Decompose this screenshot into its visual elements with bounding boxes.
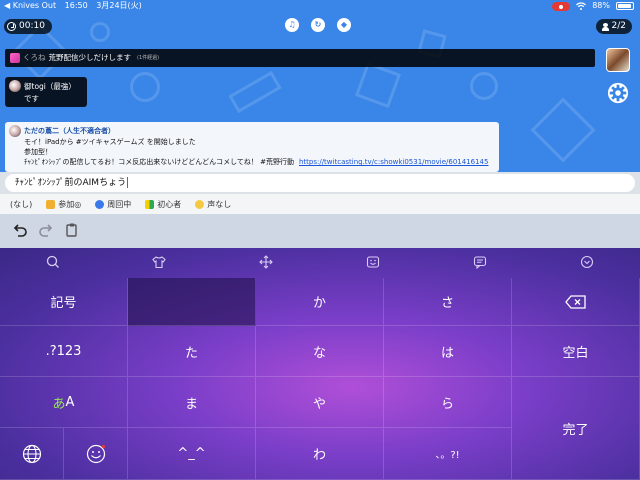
comment-input-bar: ﾁｬﾝﾋﾟｵﾝｼｯﾌﾟ前のAIMちょう	[0, 172, 640, 194]
status-date: 3月24日(火)	[96, 1, 142, 10]
tag-join[interactable]: 参加◎	[46, 199, 81, 210]
viewer-count: 2/2	[595, 19, 632, 34]
smiley-icon	[86, 444, 105, 463]
key-mode-hiragana: あ	[52, 396, 66, 412]
announcement-user: くろね	[23, 53, 46, 62]
comment-input-value: ﾁｬﾝﾋﾟｵﾝｼｯﾌﾟ前のAIMちょう	[15, 178, 127, 188]
status-tags-row: (なし) 参加◎ 周回中 初心者 声なし	[0, 194, 640, 214]
done-button[interactable]: 完了	[512, 377, 640, 480]
stream-top-controls: ♫ ↻ ◆	[285, 18, 351, 32]
stream-timer: 00:10	[4, 19, 52, 34]
key-ra[interactable]: ら	[384, 377, 512, 428]
key-ha[interactable]: は	[384, 326, 512, 377]
clock-icon	[7, 22, 16, 31]
comment-line: ﾁｬﾝﾋﾟｵﾝｼｯﾌﾟの配信してるお！コメ反応出来ないけどどんどんコメしてね！ …	[24, 158, 294, 166]
comment-link[interactable]: https://twitcasting.tv/c:showki0531/movi…	[299, 158, 488, 166]
status-time: 16:50	[64, 1, 88, 10]
delete-button[interactable]	[512, 278, 640, 326]
paste-icon[interactable]	[64, 222, 80, 238]
comment-author: ただの蔦二（人生不適合者）	[24, 127, 115, 135]
globe-icon	[22, 444, 41, 463]
message-icon[interactable]	[473, 255, 487, 269]
key-kigou[interactable]: 記号	[0, 278, 128, 326]
comment-line: 参加型！	[24, 148, 52, 156]
key-sa[interactable]: さ	[384, 278, 512, 326]
broadcaster-avatar[interactable]	[606, 48, 630, 72]
announcement-suffix: (1件経過)	[137, 55, 160, 61]
cycle-icon	[95, 199, 105, 209]
wifi-icon	[576, 2, 587, 10]
comment-line: モイ！iPadから #ツイキャスゲームズ を開始しました	[24, 138, 196, 146]
drop-icon[interactable]: ◆	[337, 18, 351, 32]
key-numbers[interactable]: .?123	[0, 326, 128, 377]
person-icon	[601, 22, 609, 31]
comment-author: 御togi（最強）	[24, 81, 76, 91]
tag-beginner[interactable]: 初心者	[145, 199, 181, 210]
comment-item[interactable]: ただの蔦二（人生不適合者） モイ！iPadから #ツイキャスゲームズ を開始しま…	[5, 122, 499, 172]
key-kaomoji[interactable]: ^_^	[128, 428, 256, 480]
screen-recording-icon	[552, 2, 571, 11]
face-icon	[195, 199, 205, 209]
gear-icon[interactable]	[607, 82, 629, 104]
search-icon[interactable]	[46, 255, 60, 269]
handshake-icon	[46, 199, 56, 209]
key-wa[interactable]: わ	[256, 428, 384, 480]
key-input-mode[interactable]: あA	[0, 377, 128, 428]
announcement-bar: くろね 荒野配信少しだけします (1件経過)	[5, 49, 595, 67]
key-ya[interactable]: や	[256, 377, 384, 428]
stream-view: 00:10 ♫ ↻ ◆ 2/2 くろね 荒野配信少しだけします (1件経過) 御…	[0, 12, 640, 172]
redo-icon[interactable]	[38, 222, 54, 238]
battery-icon	[616, 2, 634, 10]
back-to-app-link[interactable]: ◀ Knives Out	[4, 1, 56, 10]
shirt-icon[interactable]	[152, 255, 166, 269]
globe-button[interactable]	[0, 428, 64, 480]
emoji-face-icon[interactable]	[366, 255, 380, 269]
keyboard-icon-row	[0, 248, 640, 278]
beginner-mark-icon	[145, 199, 155, 209]
space-button[interactable]: 空白	[512, 326, 640, 377]
tag-looping[interactable]: 周回中	[95, 199, 131, 210]
backspace-icon	[564, 294, 586, 309]
key-ma[interactable]: ま	[128, 377, 256, 428]
avatar	[10, 53, 20, 63]
key-mode-alpha: A	[65, 394, 75, 410]
comment-input[interactable]: ﾁｬﾝﾋﾟｵﾝｼｯﾌﾟ前のAIMちょう	[5, 174, 635, 192]
battery-percent: 88%	[592, 1, 610, 10]
headset-icon[interactable]: ♫	[285, 18, 299, 32]
keyboard-shortcut-bar	[0, 214, 640, 248]
key-ta[interactable]: た	[128, 326, 256, 377]
japanese-keyboard: 記号 か さ .?123 た な は 空白 あA ま や ら 完了 ^_^ わ …	[0, 248, 640, 480]
stream-timer-value: 00:10	[19, 21, 45, 31]
comment-item[interactable]: 御togi（最強） です	[5, 77, 87, 107]
avatar	[9, 80, 21, 92]
avatar	[9, 125, 21, 137]
emoji-button[interactable]	[64, 428, 128, 480]
text-caret	[127, 177, 129, 188]
viewer-count-value: 2/2	[611, 21, 626, 31]
tag-silent[interactable]: 声なし	[195, 199, 231, 210]
comment-body: です	[24, 94, 39, 103]
undo-icon[interactable]	[12, 222, 28, 238]
chevron-down-icon[interactable]	[580, 255, 594, 269]
key-a-row[interactable]	[128, 278, 256, 326]
status-bar: ◀ Knives Out 16:50 3月24日(火) 88%	[0, 0, 640, 12]
refresh-icon[interactable]: ↻	[311, 18, 325, 32]
key-ka[interactable]: か	[256, 278, 384, 326]
cursor-move-icon[interactable]	[259, 255, 273, 269]
announcement-message: 荒野配信少しだけします	[48, 53, 132, 62]
tag-none[interactable]: (なし)	[10, 199, 32, 210]
key-na[interactable]: な	[256, 326, 384, 377]
key-punctuation[interactable]: 、。?!	[384, 428, 512, 480]
